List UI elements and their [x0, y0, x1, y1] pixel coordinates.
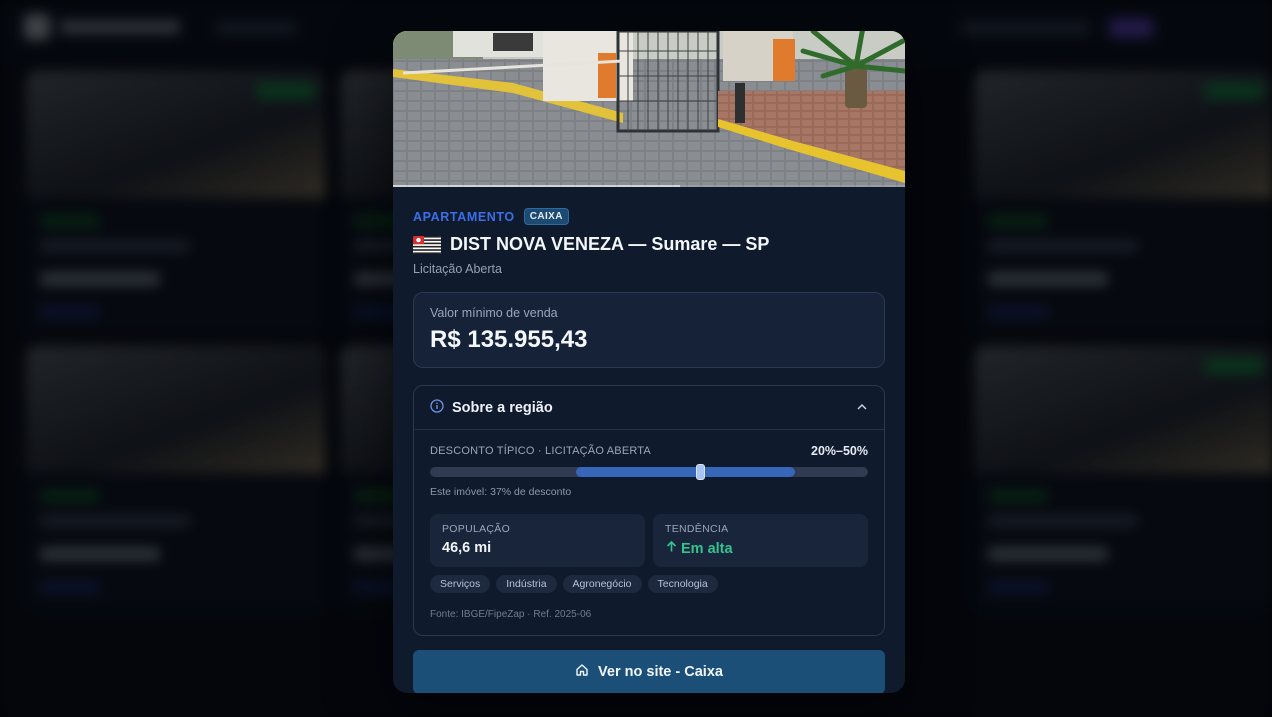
- price-value: R$ 135.955,43: [430, 326, 588, 353]
- sale-status: Licitação Aberta: [413, 262, 502, 276]
- population-label: POPULAÇÃO: [442, 523, 511, 535]
- trend-value-row: Em alta: [665, 540, 856, 557]
- region-panel-body: DESCONTO TÍPICO · LICITAÇÃO ABERTA 20%–5…: [414, 430, 884, 620]
- region-tag: Tecnologia: [647, 575, 718, 593]
- price-box: Valor mínimo de venda R$ 135.955,43: [413, 292, 885, 368]
- trend-value: Em alta: [681, 540, 733, 557]
- type-row: APARTAMENTO CAIXA: [413, 207, 885, 226]
- property-discount-note: Este imóvel: 37% de desconto: [430, 486, 572, 498]
- property-modal: APARTAMENTO CAIXA DIST NOVA VENEZA — Sum…: [393, 31, 905, 693]
- property-type-label: APARTAMENTO: [413, 209, 515, 224]
- view-on-site-button[interactable]: Ver no site - Caixa: [413, 650, 885, 693]
- region-panel-header[interactable]: Sobre a região: [414, 386, 884, 430]
- region-tag: Indústria: [496, 575, 557, 593]
- property-photo-illustration: [393, 31, 905, 187]
- property-title: DIST NOVA VENEZA — Sumare — SP: [450, 234, 770, 254]
- sao-paulo-flag-icon: [413, 235, 441, 254]
- region-title: Sobre a região: [452, 399, 553, 416]
- data-source: Fonte: IBGE/FipeZap · Ref. 2025-06: [430, 609, 592, 620]
- discount-range: 20%–50%: [811, 444, 868, 458]
- discount-typical-range: [575, 467, 795, 477]
- photo-carousel-progress: [393, 185, 905, 187]
- region-panel: Sobre a região DESCONTO TÍPICO · LICITAÇ…: [413, 385, 885, 636]
- region-tag: Agronegócio: [562, 575, 642, 593]
- home-icon: [575, 663, 589, 681]
- view-on-site-label: Ver no site - Caixa: [598, 664, 723, 680]
- source-badge: CAIXA: [523, 208, 569, 225]
- discount-row: DESCONTO TÍPICO · LICITAÇÃO ABERTA 20%–5…: [430, 444, 868, 458]
- discount-property-marker: [696, 464, 706, 480]
- population-stat: POPULAÇÃO 46,6 mi: [430, 514, 645, 567]
- trend-stat: TENDÊNCIA Em alta: [653, 514, 868, 567]
- price-label: Valor mínimo de venda: [430, 306, 558, 320]
- chevron-up-icon[interactable]: [856, 398, 868, 417]
- property-photo: [393, 31, 905, 187]
- region-tags: Serviços Indústria Agronegócio Tecnologi…: [430, 575, 868, 593]
- discount-bar: [430, 464, 868, 480]
- title-row: DIST NOVA VENEZA — Sumare — SP: [413, 234, 885, 255]
- arrow-up-icon: [665, 540, 678, 557]
- discount-label: DESCONTO TÍPICO · LICITAÇÃO ABERTA: [430, 445, 651, 457]
- modal-content: APARTAMENTO CAIXA DIST NOVA VENEZA — Sum…: [393, 187, 905, 636]
- info-circle-icon: [430, 398, 444, 417]
- population-value: 46,6 mi: [442, 540, 492, 556]
- region-tag: Serviços: [430, 575, 491, 593]
- trend-label: TENDÊNCIA: [665, 523, 729, 535]
- region-stats: POPULAÇÃO 46,6 mi TENDÊNCIA Em alta: [430, 514, 868, 567]
